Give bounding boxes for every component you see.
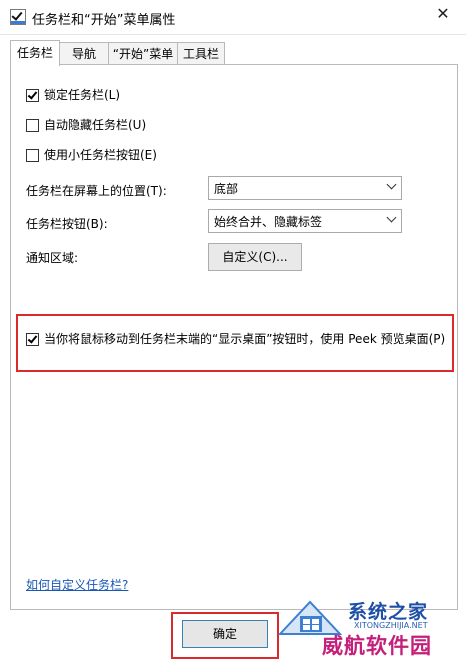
watermark-text: 系统之家 <box>348 601 429 623</box>
taskbar-buttons-label: 任务栏按钮(B): <box>26 217 108 231</box>
chevron-down-icon <box>386 179 397 190</box>
lock-taskbar-label: 锁定任务栏(L) <box>44 88 121 102</box>
taskbar-properties-icon <box>10 9 26 25</box>
position-select[interactable]: 底部 <box>208 176 402 200</box>
auto-hide-label: 自动隐藏任务栏(U) <box>44 118 147 132</box>
checkbox-checked-icon <box>26 89 39 102</box>
tab-start-menu[interactable]: “开始”菜单 <box>108 42 178 65</box>
notification-area-label: 通知区域: <box>26 251 79 265</box>
chevron-down-icon <box>386 212 397 223</box>
taskbar-buttons-select[interactable]: 始终合并、隐藏标签 <box>208 209 402 233</box>
position-value: 底部 <box>214 182 239 196</box>
small-buttons-label: 使用小任务栏按钮(E) <box>44 148 157 162</box>
tab-toolbars[interactable]: 工具栏 <box>177 42 225 65</box>
peek-label: 当你将鼠标移动到任务栏末端的“显示桌面”按钮时，使用 Peek 预览桌面(P) <box>44 332 446 346</box>
close-button[interactable]: ✕ <box>430 2 456 26</box>
window-title: 任务栏和“开始”菜单属性 <box>32 13 176 28</box>
ok-button[interactable]: 确定 <box>182 620 268 648</box>
tab-taskbar[interactable]: 任务栏 <box>10 40 60 66</box>
taskbar-buttons-value: 始终合并、隐藏标签 <box>214 215 323 229</box>
watermark-url: XITONGZHIJIA.NET <box>354 621 428 630</box>
checkbox-unchecked-icon <box>26 149 39 162</box>
tab-navigation[interactable]: 导航 <box>59 42 109 65</box>
watermark-text-secondary: 威航软件园 <box>322 634 432 658</box>
help-link[interactable]: 如何自定义任务栏? <box>26 576 128 593</box>
position-label: 任务栏在屏幕上的位置(T): <box>26 184 167 198</box>
customize-button[interactable]: 自定义(C)... <box>208 243 302 271</box>
checkbox-checked-icon <box>26 333 39 346</box>
checkbox-unchecked-icon <box>26 119 39 132</box>
